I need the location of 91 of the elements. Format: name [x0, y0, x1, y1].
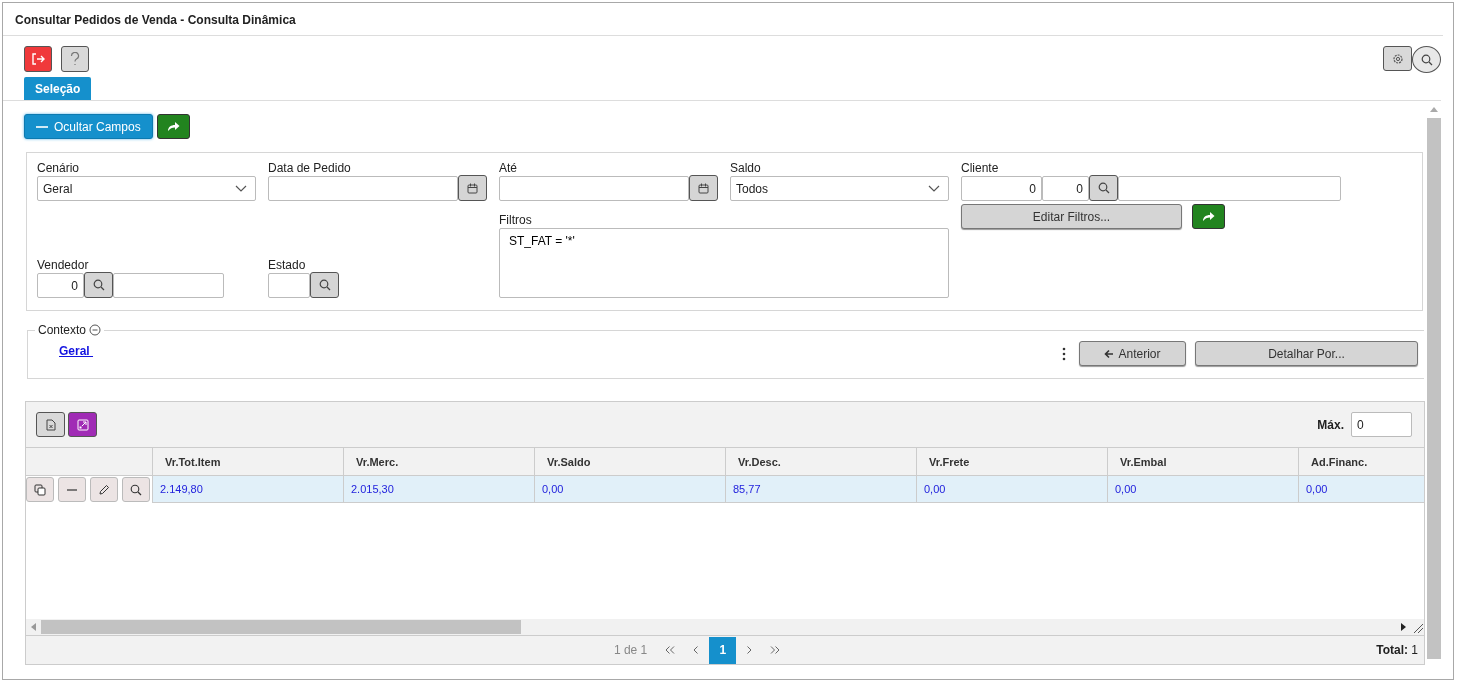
export-button[interactable] [36, 412, 65, 437]
search-button[interactable] [84, 272, 113, 298]
seller-name-field[interactable] [113, 273, 224, 298]
table-cell: 0,00 [535, 476, 726, 503]
page-summary: 1 de 1 [613, 643, 648, 657]
settings-icon [1391, 52, 1404, 65]
edit-filters-button[interactable]: Editar Filtros... [961, 204, 1182, 229]
column-header[interactable]: Vr.Embal [1108, 447, 1299, 476]
detail-button[interactable]: Detalhar Por... [1195, 341, 1418, 366]
page-button[interactable]: 1 [709, 636, 737, 664]
total-count: Total: 1 [1376, 643, 1418, 657]
client-name-field[interactable] [1118, 176, 1341, 201]
table-cell: 2.149,80 [153, 476, 344, 503]
column-header[interactable]: Vr.Frete [917, 447, 1108, 476]
max-field[interactable]: 0 [1351, 412, 1412, 437]
search-button[interactable] [1089, 175, 1118, 201]
chevron-down-icon [235, 184, 247, 193]
share-button[interactable] [156, 114, 190, 139]
chevron-left-icon [693, 646, 700, 654]
forward-arrow-icon [166, 121, 180, 132]
settings-button[interactable] [1383, 46, 1412, 71]
seller-code-field[interactable]: 0 [37, 273, 84, 298]
edit-button[interactable] [90, 477, 118, 502]
apply-button[interactable] [1192, 204, 1225, 229]
column-header[interactable]: Ad.Financ. [1299, 447, 1424, 476]
search-icon [1097, 182, 1110, 194]
expand-button[interactable] [68, 412, 97, 437]
context-legend: Contexto [38, 323, 87, 337]
table-cell: 0,00 [917, 476, 1108, 503]
scrollbar-thumb[interactable] [41, 620, 521, 634]
calendar-icon [467, 182, 478, 194]
search-icon [92, 279, 105, 291]
collapse-icon[interactable] [89, 324, 102, 336]
chevron-down-icon [928, 184, 940, 193]
expand-icon [76, 418, 89, 431]
search-button[interactable] [122, 477, 150, 502]
pencil-icon [98, 483, 110, 496]
window-title: Consultar Pedidos de Venda - Consulta Dinâmica [3, 3, 1443, 36]
scenario-select[interactable]: Geral [37, 176, 256, 201]
date-field[interactable] [499, 176, 689, 201]
search-button[interactable] [310, 272, 339, 298]
field-label: Estado [268, 258, 307, 272]
calendar-button[interactable] [458, 175, 487, 201]
date-field[interactable] [268, 176, 458, 201]
calendar-icon [698, 182, 709, 194]
arrow-left-icon [1104, 348, 1115, 359]
max-label: Máx. [1317, 417, 1344, 432]
forward-arrow-icon [1202, 211, 1215, 222]
search-icon [130, 483, 142, 496]
client-code-field[interactable]: 0 [961, 176, 1042, 201]
help-icon [70, 52, 80, 66]
filters-textarea[interactable]: ST_FAT = '*' [499, 228, 949, 298]
scroll-right-icon[interactable] [1400, 623, 1406, 631]
table-cell: 2.015,30 [344, 476, 535, 503]
table-cell: 0,00 [1108, 476, 1299, 503]
column-header[interactable]: Vr.Tot.Item [153, 447, 344, 476]
client-branch-field[interactable]: 0 [1042, 176, 1089, 201]
field-label: Data de Pedido [268, 161, 352, 175]
tab[interactable]: Seleção [24, 77, 92, 100]
table-row[interactable]: 2.149,80 2.015,30 0,00 85,77 0,00 0,00 0,00 [26, 476, 1424, 503]
copy-button[interactable] [26, 477, 54, 502]
column-header[interactable]: Vr.Merc. [344, 447, 535, 476]
field-label: Filtros [499, 213, 533, 227]
copy-icon [34, 483, 46, 496]
field-label: Cliente [961, 161, 1000, 175]
double-chevron-right-icon [770, 646, 781, 654]
field-label: Cenário [37, 161, 81, 175]
chevron-right-icon [746, 646, 753, 654]
table-cell: 85,77 [726, 476, 917, 503]
remove-button[interactable] [58, 477, 86, 502]
context-link[interactable]: Geral [59, 343, 94, 358]
scrollbar-thumb[interactable] [1427, 118, 1441, 659]
double-chevron-left-icon [665, 646, 676, 654]
column-header[interactable]: Vr.Desc. [726, 447, 917, 476]
calendar-button[interactable] [689, 175, 718, 201]
state-field[interactable] [268, 273, 310, 298]
balance-select[interactable]: Todos [730, 176, 949, 201]
search-icon [318, 279, 331, 291]
column-header[interactable]: Vr.Saldo [535, 447, 726, 476]
help-button[interactable] [61, 46, 89, 72]
field-label: Saldo [730, 161, 762, 175]
field-label: Até [499, 161, 518, 175]
search-icon [1420, 53, 1433, 66]
search-button[interactable] [1412, 46, 1441, 73]
more-icon[interactable] [1062, 346, 1066, 361]
hide-fields-button[interactable]: Ocultar Campos [24, 114, 153, 139]
exit-icon [31, 53, 45, 65]
spreadsheet-file-icon [45, 418, 56, 431]
exit-button[interactable] [24, 46, 52, 72]
previous-button[interactable]: Anterior [1079, 341, 1186, 366]
field-label: Vendedor [37, 258, 90, 272]
